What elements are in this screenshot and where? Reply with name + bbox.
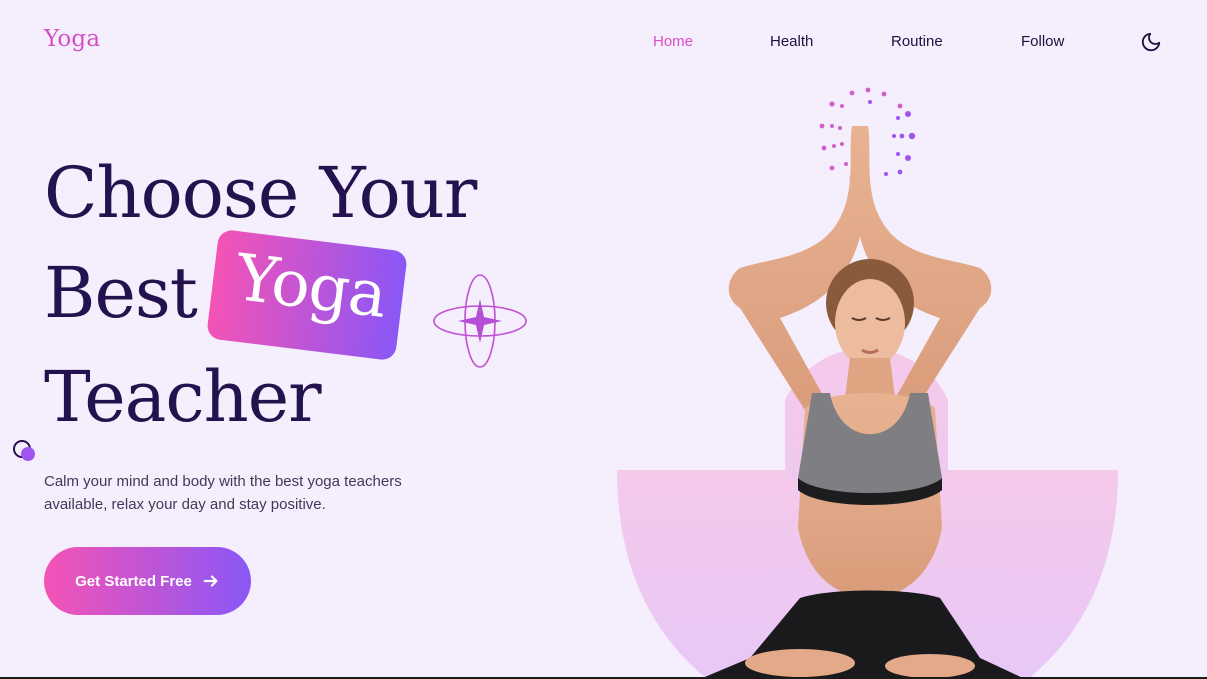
landing-page: Yoga Home Health Routine Follow Choose Y… [0, 0, 1207, 679]
get-started-label: Get Started Free [75, 572, 192, 590]
nav-health[interactable]: Health [770, 33, 813, 50]
nav-routine[interactable]: Routine [891, 33, 943, 50]
sparkle-icon [433, 274, 527, 368]
hero-description-line2: available, relax your day and stay posit… [44, 496, 326, 513]
nav-home[interactable]: Home [653, 33, 693, 50]
moon-icon[interactable] [1140, 31, 1162, 53]
hero-title-line1: Choose Your [44, 152, 477, 234]
get-started-button[interactable]: Get Started Free [44, 547, 251, 615]
nav-follow[interactable]: Follow [1021, 33, 1064, 50]
hero-title-line3: Teacher [44, 356, 322, 438]
yoga-woman-image [704, 126, 1021, 677]
hero-description-line1: Calm your mind and body with the best yo… [44, 473, 402, 490]
bubble-icon [13, 440, 35, 461]
hero-description: Calm your mind and body with the best yo… [44, 470, 484, 516]
hero-title-line2: Best [44, 252, 198, 334]
main-nav: Home Health Routine Follow [0, 33, 1207, 53]
arrow-right-icon [203, 575, 218, 587]
